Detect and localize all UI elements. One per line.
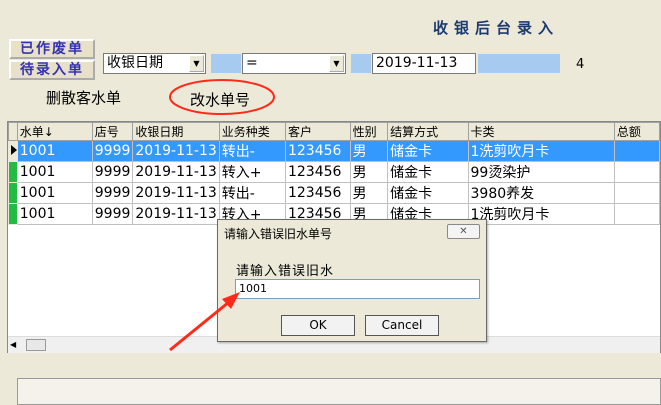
scroll-thumb[interactable] <box>26 339 46 351</box>
order-table: 水单↓ 店号 收银日期 业务种类 客户 性别 结算方式 卡类 总额 1001 9… <box>8 122 661 225</box>
table-cell[interactable]: 1洗剪吹月卡 <box>467 203 615 225</box>
table-row[interactable]: 1001 9999 2019-11-13 转入+ 123456 男 储金卡 99… <box>8 161 661 183</box>
scroll-left-icon[interactable]: ◀ <box>10 340 16 349</box>
table-header-row: 水单↓ 店号 收银日期 业务种类 客户 性别 结算方式 卡类 总额 <box>8 122 661 141</box>
table-cell[interactable]: 9999 <box>91 161 134 183</box>
annotation-circle <box>169 79 275 115</box>
column-header[interactable]: 卡类 <box>467 122 615 141</box>
dialog-title: 请输入错误旧水单号 <box>224 227 333 241</box>
table-cell[interactable]: 99烫染护 <box>467 161 615 183</box>
table-cell[interactable]: 男 <box>349 140 389 162</box>
table-cell[interactable]: 转出- <box>218 182 286 204</box>
table-cell[interactable]: 123456 <box>284 182 351 204</box>
table-cell[interactable]: 转出- <box>218 140 286 162</box>
table-cell[interactable]: 123456 <box>284 161 351 183</box>
table-cell[interactable]: 男 <box>349 182 389 204</box>
table-row[interactable]: 1001 9999 2019-11-13 转出- 123456 男 储金卡 39… <box>8 182 661 204</box>
table-cell[interactable]: 储金卡 <box>387 140 469 162</box>
table-cell[interactable]: 1001 <box>16 161 93 183</box>
table-cell[interactable]: 2019-11-13 <box>132 182 220 204</box>
row-indicator[interactable] <box>8 182 18 204</box>
bottom-panel <box>17 378 661 405</box>
column-header[interactable]: 店号 <box>91 122 134 141</box>
table-cell[interactable]: 储金卡 <box>387 161 469 183</box>
column-header[interactable]: 业务种类 <box>218 122 286 141</box>
column-header[interactable]: 结算方式 <box>387 122 469 141</box>
table-cell[interactable]: 储金卡 <box>387 182 469 204</box>
table-cell[interactable]: 男 <box>349 161 389 183</box>
table-cell[interactable]: 2019-11-13 <box>132 161 220 183</box>
table-cell[interactable]: 3980养发 <box>467 182 615 204</box>
table-cell[interactable]: 转入+ <box>218 161 286 183</box>
cancel-button[interactable]: Cancel <box>365 315 439 336</box>
column-header[interactable]: 水单↓ <box>16 122 93 141</box>
old-order-number-dialog: 请输入错误旧水单号 ✕ 请输入错误旧水 1001 OK Cancel <box>217 219 487 342</box>
table-cell[interactable]: 1001 <box>16 140 93 162</box>
close-icon[interactable]: ✕ <box>447 224 480 239</box>
ok-button[interactable]: OK <box>281 315 355 336</box>
table-cell[interactable]: 9999 <box>91 203 134 225</box>
column-header[interactable]: 收银日期 <box>132 122 220 141</box>
table-cell[interactable]: 9999 <box>91 182 134 204</box>
table-cell[interactable]: 2019-11-13 <box>132 140 220 162</box>
column-header[interactable]: 客户 <box>284 122 351 141</box>
row-pointer-icon <box>11 145 17 155</box>
table-cell[interactable] <box>613 203 661 225</box>
table-cell[interactable] <box>613 140 661 162</box>
column-header[interactable]: 总额 <box>613 122 661 141</box>
row-indicator[interactable] <box>8 140 18 162</box>
column-header[interactable]: 性别 <box>349 122 389 141</box>
table-cell[interactable]: 123456 <box>284 140 351 162</box>
old-order-number-input[interactable]: 1001 <box>235 279 480 299</box>
table-row[interactable]: 1001 9999 2019-11-13 转出- 123456 男 储金卡 1洗… <box>8 140 661 162</box>
table-cell[interactable]: 9999 <box>91 140 134 162</box>
table-cell[interactable]: 1001 <box>16 182 93 204</box>
row-indicator[interactable] <box>8 161 18 183</box>
row-indicator[interactable] <box>8 203 18 225</box>
table-cell[interactable] <box>613 182 661 204</box>
row-indicator-header <box>8 122 18 141</box>
dialog-prompt: 请输入错误旧水 <box>236 264 335 279</box>
table-cell[interactable] <box>613 161 661 183</box>
table-cell[interactable]: 1洗剪吹月卡 <box>467 140 615 162</box>
table-cell[interactable]: 2019-11-13 <box>132 203 220 225</box>
table-cell[interactable]: 1001 <box>16 203 93 225</box>
